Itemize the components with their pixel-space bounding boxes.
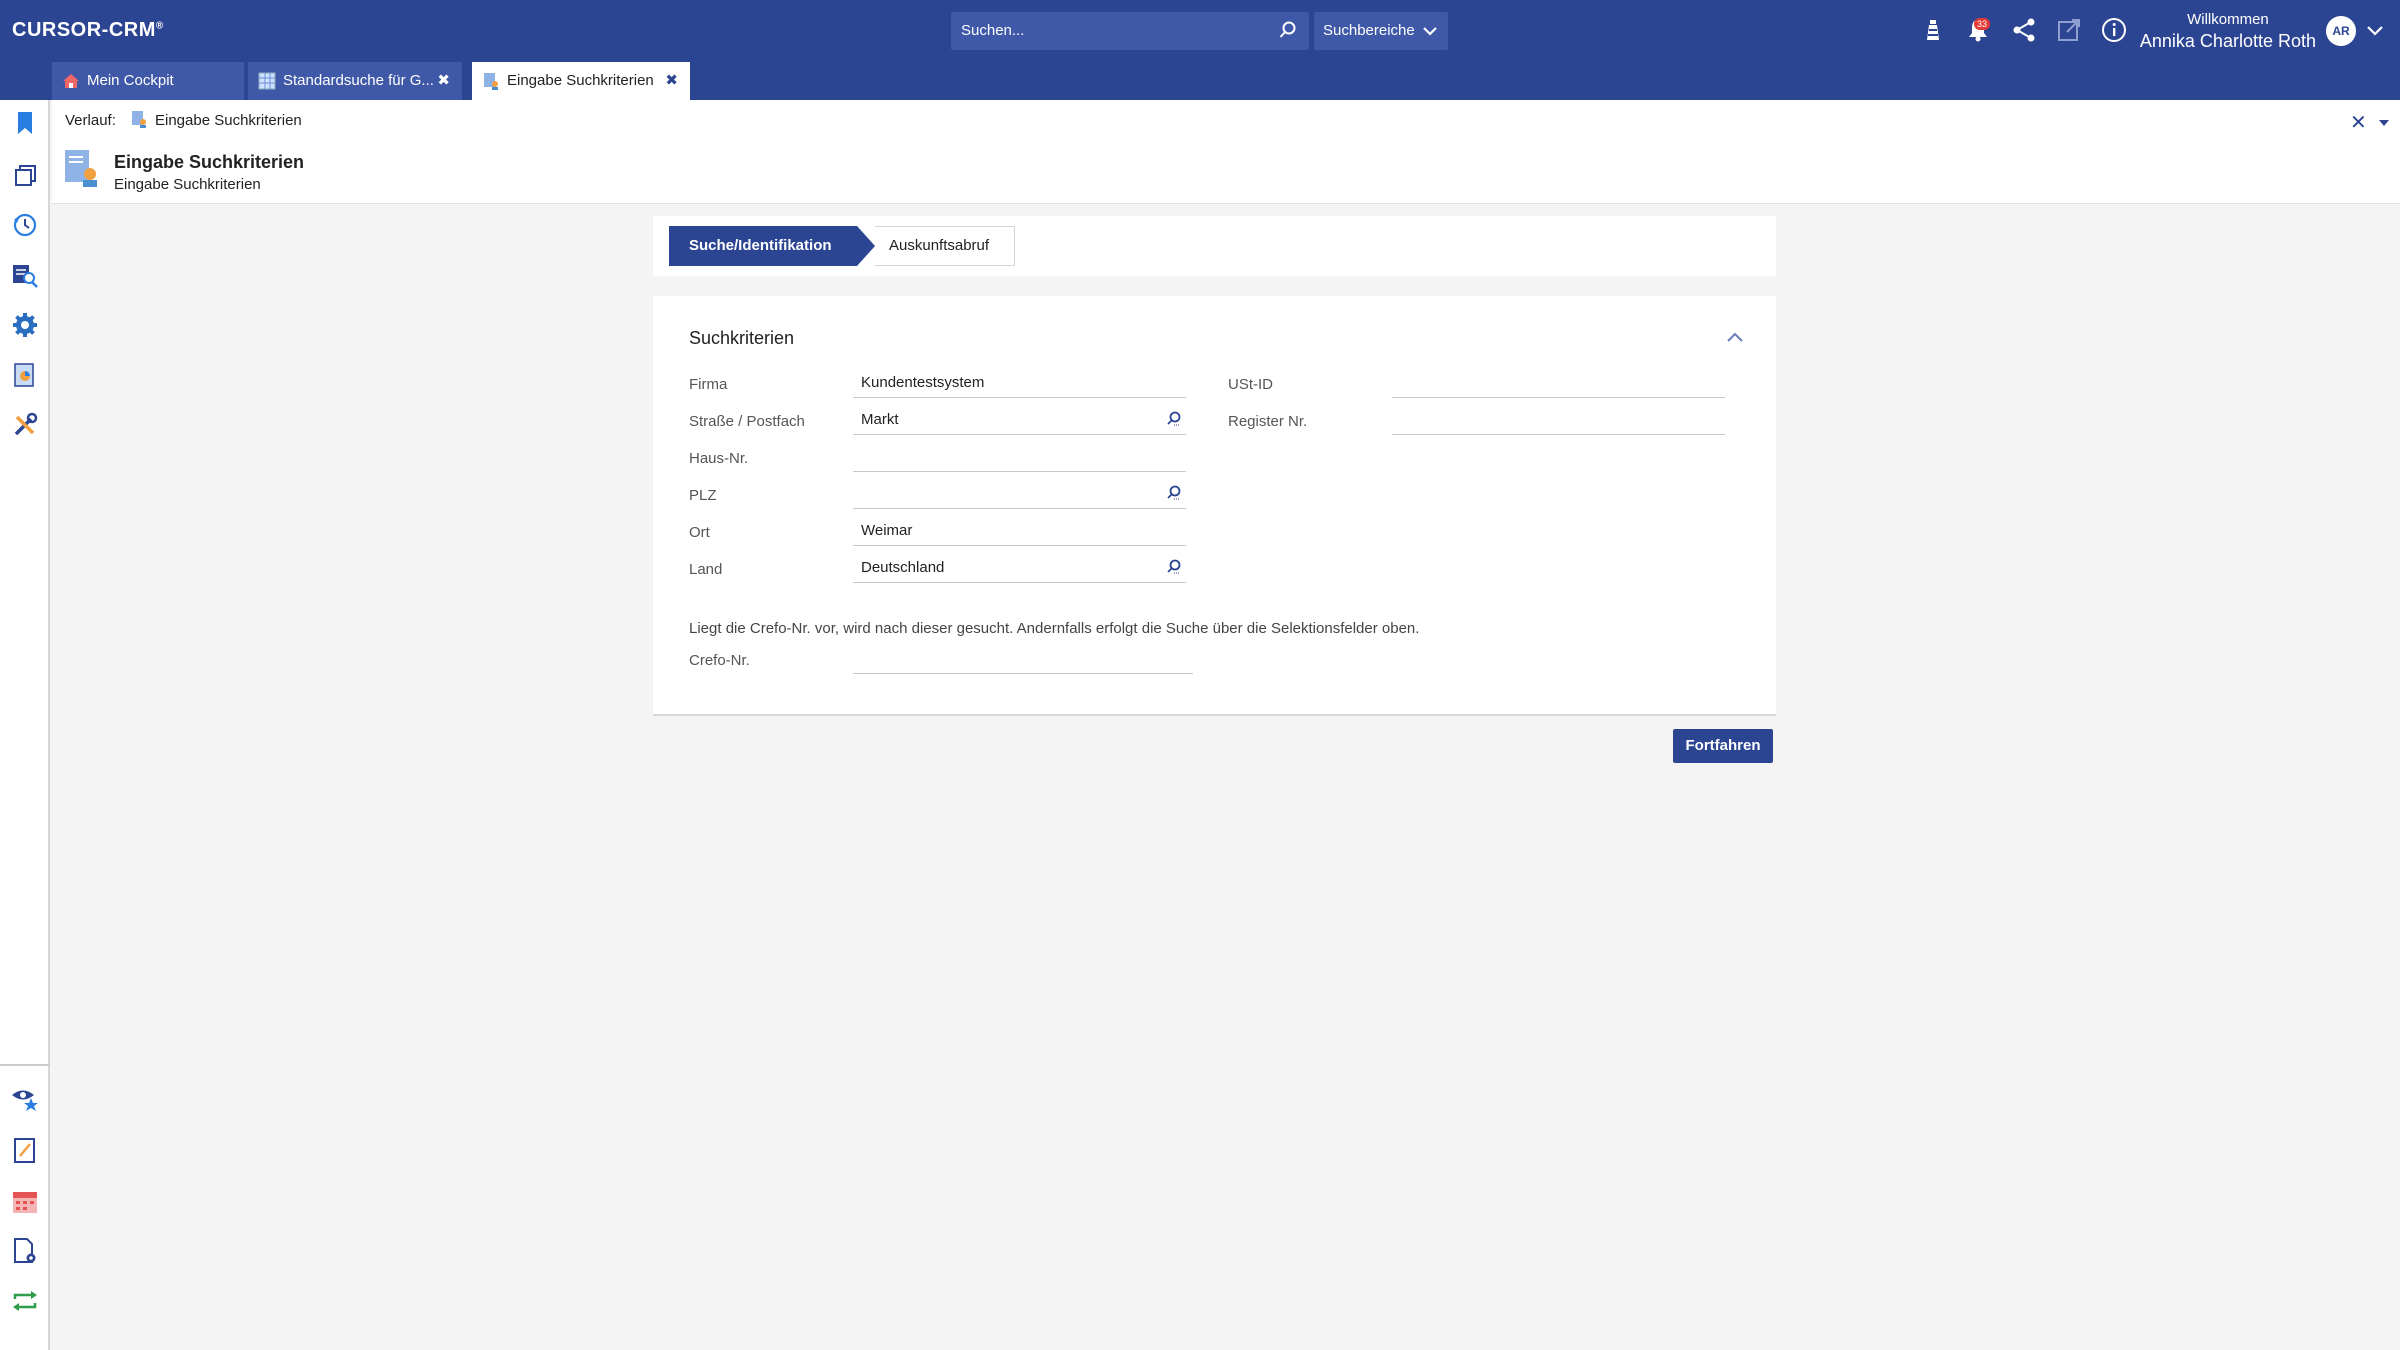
copy-icon[interactable]: [11, 161, 39, 189]
welcome-text: Willkommen Annika Charlotte Roth: [2140, 11, 2316, 52]
field-value: Kundentestsystem: [861, 374, 985, 391]
home-icon: [62, 72, 80, 94]
continue-button[interactable]: Fortfahren: [1673, 729, 1773, 763]
report-icon[interactable]: [11, 361, 39, 389]
caret-down-icon[interactable]: [2378, 114, 2390, 132]
welcome-label: Willkommen: [2187, 11, 2269, 28]
app-logo[interactable]: CURSOR-CRM®: [12, 19, 164, 42]
search-form-icon: [482, 72, 500, 94]
sidebar-divider: [0, 1064, 50, 1066]
plz-field[interactable]: [853, 481, 1186, 509]
breadcrumb[interactable]: Eingabe Suchkriterien: [155, 112, 302, 129]
label-strasse-postfach: Straße / Postfach: [689, 413, 805, 430]
crefo-hint: Liegt die Crefo-Nr. vor, wird nach diese…: [689, 620, 1420, 637]
label-land: Land: [689, 561, 723, 578]
crefo-nr-field[interactable]: [853, 646, 1193, 674]
settings-icon[interactable]: [11, 311, 39, 339]
document-settings-icon[interactable]: [11, 1237, 39, 1265]
tools-icon[interactable]: [11, 411, 39, 439]
tab-standardsuche[interactable]: Standardsuche für G... ✖: [248, 62, 462, 100]
avatar[interactable]: AR: [2326, 16, 2356, 46]
label-register-nr: Register Nr.: [1228, 413, 1308, 430]
strasse-postfach-field[interactable]: Markt: [853, 407, 1186, 435]
chevron-down-icon: [1422, 24, 1438, 42]
history-icon[interactable]: [11, 211, 39, 239]
sync-icon[interactable]: [11, 1287, 39, 1315]
left-sidebar: [0, 100, 50, 1350]
close-icon[interactable]: ✖: [665, 71, 678, 89]
haus-nr-field[interactable]: [853, 444, 1186, 472]
page-title: Eingabe Suchkriterien: [114, 152, 305, 172]
label-plz: PLZ: [689, 487, 717, 504]
section-title: Suchkriterien: [689, 328, 795, 348]
watch-star-icon[interactable]: [11, 1084, 39, 1112]
history-label: Verlauf:: [65, 112, 116, 129]
search-form-icon: [62, 148, 102, 193]
tab-label: Mein Cockpit: [87, 72, 174, 89]
label-ort: Ort: [689, 524, 710, 541]
top-bar: CURSOR-CRM® Suchen... Suchbereiche 33 Wi…: [0, 0, 2400, 100]
search-criteria-panel: Suchkriterien Firma Kundentestsystem Str…: [653, 296, 1776, 716]
step-suche-identifikation[interactable]: Suche/Identifikation: [669, 226, 857, 266]
lookup-icon[interactable]: [1166, 411, 1182, 431]
search-icon[interactable]: [1279, 21, 1297, 44]
ort-field[interactable]: Weimar: [853, 518, 1186, 546]
external-link-icon[interactable]: [2056, 17, 2082, 43]
search-form-icon: [130, 110, 148, 133]
chevron-up-icon[interactable]: [1725, 330, 1745, 349]
tab-eingabe-suchkriterien[interactable]: Eingabe Suchkriterien ✖: [472, 62, 690, 100]
firma-field[interactable]: Kundentestsystem: [853, 370, 1186, 398]
tab-label: Standardsuche für G...: [283, 72, 434, 89]
close-icon[interactable]: ✕: [2350, 110, 2367, 135]
edit-note-icon[interactable]: [11, 1136, 39, 1164]
page-header: Verlauf: Eingabe Suchkriterien ✕ Eingabe…: [52, 100, 2400, 204]
label-haus-nr: Haus-Nr.: [689, 450, 749, 467]
share-icon[interactable]: [2011, 17, 2037, 43]
field-value: Markt: [861, 411, 899, 428]
tab-mein-cockpit[interactable]: Mein Cockpit: [52, 62, 244, 100]
ust-id-field[interactable]: [1392, 370, 1725, 398]
notification-badge: 33: [1974, 18, 1991, 30]
calendar-icon[interactable]: [11, 1187, 39, 1215]
wizard-steps: Suche/Identifikation Auskunftsabruf: [653, 216, 1776, 276]
lookup-icon[interactable]: [1166, 559, 1182, 579]
close-icon[interactable]: ✖: [437, 71, 450, 89]
field-value: Weimar: [861, 522, 913, 539]
user-name: Annika Charlotte Roth: [2139, 31, 2316, 51]
search-area-label: Suchbereiche: [1323, 22, 1415, 39]
label-ust-id: USt-ID: [1228, 376, 1273, 393]
search-list-icon[interactable]: [11, 261, 39, 289]
info-icon[interactable]: [2101, 17, 2127, 43]
lighthouse-icon[interactable]: [1920, 17, 1946, 43]
lookup-icon[interactable]: [1166, 485, 1182, 505]
search-placeholder: Suchen...: [961, 22, 1025, 39]
search-area-dropdown[interactable]: Suchbereiche: [1314, 12, 1448, 50]
land-field[interactable]: Deutschland: [853, 555, 1186, 583]
step-auskunftsabruf[interactable]: Auskunftsabruf: [875, 226, 1015, 266]
tab-label: Eingabe Suchkriterien: [507, 72, 654, 89]
label-firma: Firma: [689, 376, 728, 393]
register-nr-field[interactable]: [1392, 407, 1725, 435]
step-arrow: [857, 226, 875, 266]
page-subtitle: Eingabe Suchkriterien: [114, 176, 261, 193]
field-value: Deutschland: [861, 559, 945, 576]
global-search-input[interactable]: Suchen...: [951, 12, 1309, 50]
chevron-down-icon[interactable]: [2366, 24, 2384, 42]
table-icon: [258, 72, 276, 94]
bookmark-icon[interactable]: [11, 109, 39, 137]
label-crefo-nr: Crefo-Nr.: [689, 652, 750, 669]
